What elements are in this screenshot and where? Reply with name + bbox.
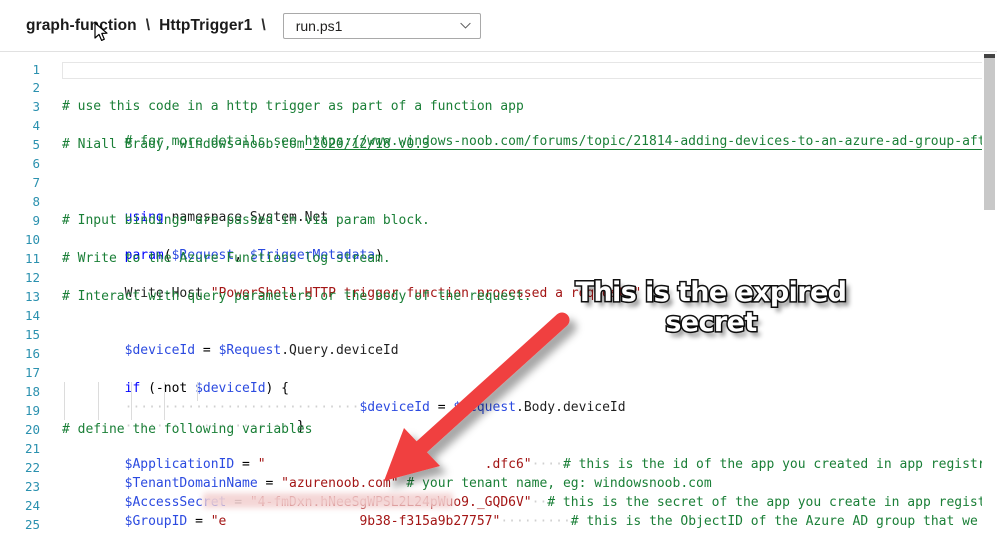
indent-guide: [131, 382, 132, 420]
indent-guide: [164, 382, 165, 420]
line-number: 15: [24, 327, 40, 342]
line-number: 3: [32, 99, 40, 114]
line-number: 1: [32, 62, 40, 77]
code-editor-window: graph-function \ HttpTrigger1 \ run.ps1 …: [0, 0, 997, 539]
indent-guide: [197, 382, 198, 401]
breadcrumb-separator-1: \: [145, 16, 151, 34]
group-id-tail: 9b38-f315a9b27757": [359, 514, 501, 529]
line-number: 7: [32, 175, 40, 190]
line-number: 13: [24, 289, 40, 304]
line-number: 18: [24, 384, 40, 399]
code-line-20: # define the following variables: [62, 422, 313, 437]
line-number: 16: [24, 346, 40, 361]
line-number: 8: [32, 194, 40, 209]
line-number: 20: [24, 422, 40, 437]
code-editor-surface[interactable]: 1 2 3 4 5 6 7 8 9 10 11 12 13 14 15 16 1…: [0, 52, 997, 539]
chevron-down-icon: [459, 22, 471, 29]
scrollbar-thumb[interactable]: [984, 58, 995, 210]
line-number: 6: [32, 156, 40, 171]
line-number: 12: [24, 270, 40, 285]
redaction-bar-application-id: [203, 493, 453, 508]
code-line-3: # use this code in a http trigger as par…: [62, 99, 524, 114]
line-number: 5: [32, 137, 40, 152]
breadcrumb-item-trigger[interactable]: HttpTrigger1: [159, 17, 252, 35]
code-line-5: # Niall Brady, windows-noob.com 2020/12/…: [62, 137, 430, 152]
line-number: 21: [24, 441, 40, 456]
vertical-scrollbar[interactable]: [982, 52, 997, 539]
breadcrumb-separator-2: \: [261, 16, 266, 34]
line-number: 9: [32, 213, 40, 228]
line-number: 22: [24, 460, 40, 475]
breadcrumb-item-function-app[interactable]: graph-function: [26, 17, 137, 35]
line-number: 4: [32, 118, 40, 133]
code-line-11: # Write to the Azure Functions log strea…: [62, 251, 391, 266]
line-number: 23: [24, 479, 40, 494]
line-number: 10: [24, 232, 40, 247]
code-text-layer[interactable]: # use this code in a http trigger as par…: [48, 52, 997, 539]
line-number: 24: [24, 498, 40, 513]
editor-header-bar: graph-function \ HttpTrigger1 \ run.ps1: [0, 0, 997, 52]
file-selector-dropdown[interactable]: run.ps1: [282, 12, 481, 39]
line-number: 17: [24, 365, 40, 380]
group-id-head: "e: [210, 514, 227, 529]
line-number: 2: [32, 80, 40, 95]
line-number: 14: [24, 308, 40, 323]
line-number: 25: [24, 517, 40, 532]
indent-guide: [98, 382, 99, 420]
line-number-gutter: 1 2 3 4 5 6 7 8 9 10 11 12 13 14 15 16 1…: [0, 52, 48, 539]
line-number: 11: [24, 251, 40, 266]
code-line-9: # Input bindings are passed in via param…: [62, 213, 430, 228]
file-selector-value: run.ps1: [295, 17, 343, 34]
indent-guide: [64, 382, 65, 420]
comment-24: # this is the ObjectID of the Azure AD g…: [570, 514, 997, 529]
line-number: 19: [24, 403, 40, 418]
code-line-13: # Interact with query parameters or the …: [62, 289, 532, 304]
